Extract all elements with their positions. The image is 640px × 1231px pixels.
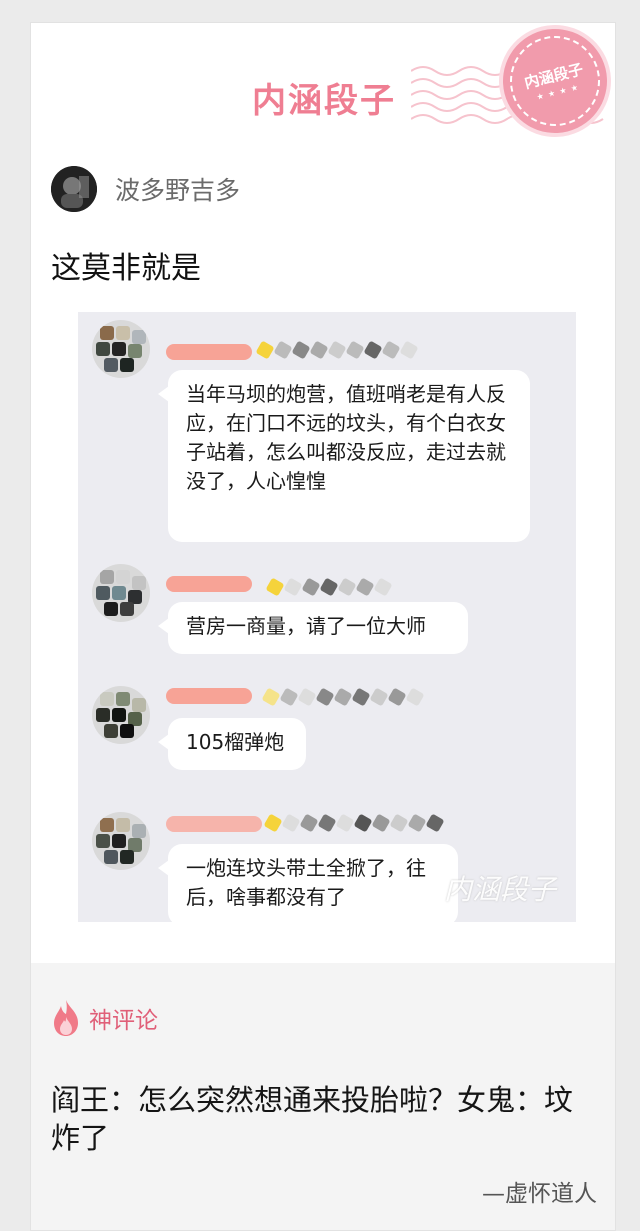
chat-bubble: 一炮连坟头带土全掀了，往后，啥事都没有了 xyxy=(158,844,458,922)
post-card: 内涵段子 内涵段子 ★ ★ ★ ★ 波多野吉多 这莫非就是 当年马坝的炮营，值班… xyxy=(30,22,616,1231)
post-text: 这莫非就是 xyxy=(51,251,201,286)
chat-avatar xyxy=(92,686,150,744)
image-watermark: 内涵段子 xyxy=(443,873,556,906)
chat-bubble: 105榴弹炮 xyxy=(158,718,306,770)
comment-text: 阎王：怎么突然想通来投胎啦？女鬼：坟炸了 xyxy=(51,1083,574,1155)
blurred-meta xyxy=(265,577,393,597)
brand-header: 内涵段子 内涵段子 ★ ★ ★ ★ xyxy=(31,23,615,163)
chat-avatar xyxy=(92,320,150,378)
blurred-meta xyxy=(263,813,445,833)
chat-avatar xyxy=(92,812,150,870)
chat-avatar xyxy=(92,564,150,622)
post-image[interactable]: 当年马坝的炮营，值班哨老是有人反应，在门口不远的坟头，有个白衣女子站着，怎么叫都… xyxy=(78,312,576,922)
chat-bubble: 营房一商量，请了一位大师 xyxy=(158,602,468,654)
blurred-meta xyxy=(255,340,419,360)
flame-icon xyxy=(54,1000,78,1036)
blurred-username xyxy=(166,344,252,360)
hot-comment-label: 神评论 xyxy=(89,1008,158,1034)
blurred-meta xyxy=(261,687,425,707)
hot-comment-section: 神评论 阎王：怎么突然想通来投胎啦？女鬼：坟炸了 —虚怀道人 xyxy=(31,963,615,1230)
hot-comment-header: 神评论 xyxy=(51,999,158,1037)
author-name[interactable]: 波多野吉多 xyxy=(115,171,240,207)
chat-bubble: 当年马坝的炮营，值班哨老是有人反应，在门口不远的坟头，有个白衣女子站着，怎么叫都… xyxy=(158,370,530,542)
comment-author[interactable]: —虚怀道人 xyxy=(482,1174,597,1208)
logo-text: 内涵段子 xyxy=(252,81,396,121)
avatar[interactable] xyxy=(51,166,97,212)
blurred-username xyxy=(166,816,262,832)
blurred-username xyxy=(166,576,252,592)
blurred-username xyxy=(166,688,252,704)
author-row[interactable]: 波多野吉多 xyxy=(51,165,240,213)
